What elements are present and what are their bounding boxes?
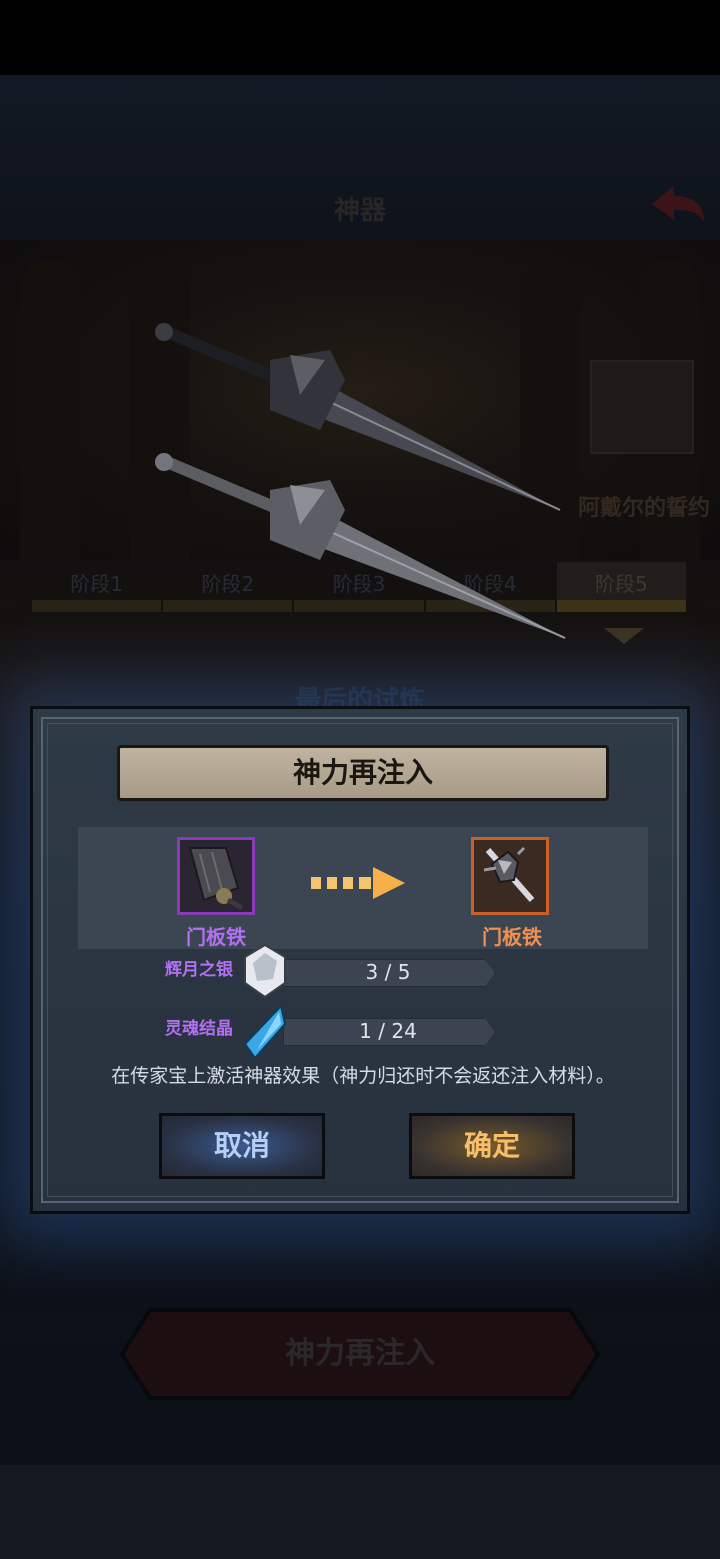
arrow-right-icon	[311, 867, 405, 899]
target-item-name: 门板铁	[482, 925, 542, 949]
material-name: 灵魂结晶	[165, 1019, 233, 1039]
navigation-bar	[0, 1465, 720, 1559]
silver-ore-icon	[244, 943, 286, 999]
artifact-sword-icon	[483, 846, 535, 902]
soul-crystal-icon	[243, 1004, 287, 1060]
cancel-button-label: 取消	[213, 1129, 270, 1162]
cancel-button[interactable]: 取消	[159, 1113, 325, 1179]
target-item-slot[interactable]	[471, 837, 549, 915]
dialog-description: 在传家宝上激活神器效果（神力归还时不会返还注入材料）。	[111, 1065, 615, 1087]
dialog-title: 神力再注入	[292, 756, 433, 789]
reinfuse-dialog: 神力再注入 门板铁 门板铁 辉月之银 3 / 5 灵魂结晶 1 / 24 在传家…	[30, 706, 690, 1214]
source-item-slot[interactable]	[177, 837, 255, 915]
material-count: 3 / 5	[365, 960, 411, 984]
door-iron-sword-icon	[188, 847, 244, 911]
material-row: 灵魂结晶 1 / 24	[33, 1004, 693, 1060]
material-row: 辉月之银 3 / 5	[33, 943, 693, 999]
status-bar	[0, 0, 720, 75]
material-name: 辉月之银	[165, 960, 233, 980]
confirm-button-label: 确定	[463, 1129, 520, 1162]
material-count: 1 / 24	[359, 1019, 417, 1043]
confirm-button[interactable]: 确定	[409, 1113, 575, 1179]
